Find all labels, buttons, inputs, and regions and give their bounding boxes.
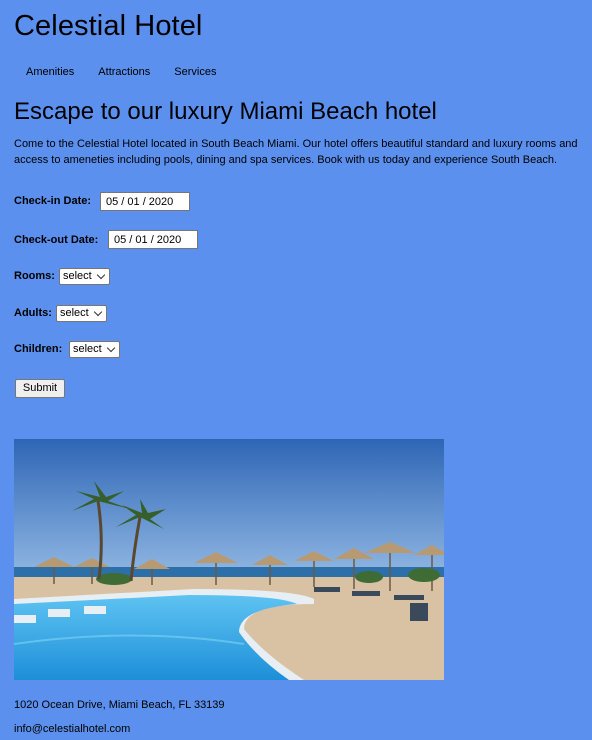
nav-amenities[interactable]: Amenities (26, 66, 74, 78)
checkin-label: Check-in Date: (14, 195, 92, 207)
chevron-down-icon (93, 307, 102, 317)
rooms-label: Rooms: (14, 270, 55, 282)
children-label: Children: (14, 343, 63, 355)
checkout-label: Check-out Date: (14, 234, 99, 246)
footer-address: 1020 Ocean Drive, Miami Beach, FL 33139 (14, 699, 225, 711)
chevron-down-icon (96, 270, 105, 280)
submit-button[interactable]: Submit (15, 379, 65, 398)
hotel-pool-photo (14, 439, 444, 680)
checkout-date-input[interactable]: 05 / 01 / 2020 (108, 230, 198, 249)
adults-label: Adults: (14, 307, 52, 319)
rooms-select[interactable]: select (59, 268, 110, 285)
nav-attractions[interactable]: Attractions (98, 66, 150, 78)
rooms-select-value: select (63, 270, 92, 282)
chevron-down-icon (106, 343, 115, 353)
children-select-value: select (73, 343, 102, 355)
adults-select-value: select (60, 307, 89, 319)
intro-text: Come to the Celestial Hotel located in S… (14, 138, 578, 166)
footer-email[interactable]: info@celestialhotel.com (14, 723, 130, 735)
checkin-date-input[interactable]: 05 / 01 / 2020 (100, 192, 190, 211)
children-select[interactable]: select (69, 341, 120, 358)
nav-services[interactable]: Services (174, 66, 216, 78)
main-nav: Amenities Attractions Services (26, 66, 240, 78)
adults-select[interactable]: select (56, 305, 107, 322)
hotel-name: Celestial Hotel (14, 10, 203, 42)
page-headline: Escape to our luxury Miami Beach hotel (14, 98, 437, 125)
